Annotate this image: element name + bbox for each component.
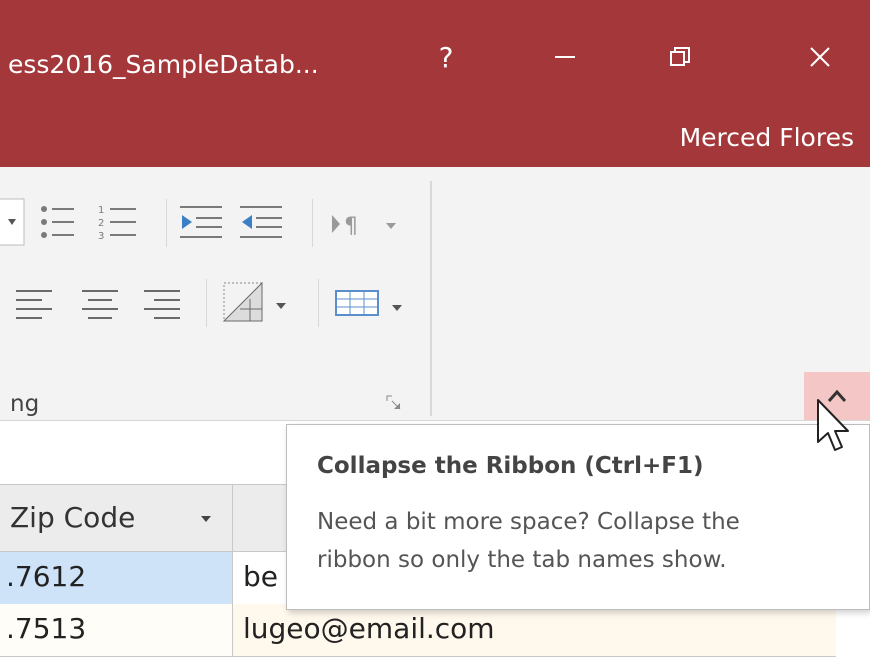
dialog-launcher-icon[interactable] (386, 395, 402, 411)
column-header-label: Zip Code (10, 501, 136, 534)
help-button[interactable]: ? (428, 40, 464, 76)
ribbon-separator (318, 279, 319, 327)
column-filter-dropdown-icon[interactable] (194, 507, 218, 531)
numbering-icon[interactable]: 1 2 3 (96, 201, 140, 243)
window-title: ess2016_SampleDatab... (8, 50, 319, 79)
account-bar: Merced Flores (0, 107, 870, 167)
tooltip-description-line: ribbon so only the tab names show. (317, 547, 727, 573)
ribbon-group-divider (430, 181, 432, 416)
gridlines-icon[interactable] (334, 285, 414, 325)
column-header-zip-code[interactable]: Zip Code (0, 485, 233, 551)
ltr-direction-icon[interactable]: ¶ (330, 207, 404, 241)
cell-email[interactable]: lugeo@email.com (233, 604, 836, 656)
cell-zip-value: .7612 (6, 560, 87, 593)
cell-email-value: lugeo@email.com (243, 612, 495, 645)
align-center-icon[interactable] (80, 285, 120, 325)
ribbon: 1 2 3 ¶ ng (0, 167, 870, 420)
collapse-ribbon-tooltip: Collapse the Ribbon (Ctrl+F1) Need a bit… (286, 424, 870, 610)
svg-text:1: 1 (98, 205, 104, 216)
ribbon-separator (166, 199, 167, 247)
close-icon (810, 47, 830, 67)
cell-zip-code[interactable]: .7513 (0, 604, 233, 656)
restore-icon (670, 47, 690, 66)
align-right-icon[interactable] (142, 285, 182, 325)
sheet-divider (0, 420, 870, 421)
cell-zip-value: .7513 (6, 612, 87, 645)
ribbon-group-label: ng (10, 391, 40, 417)
svg-text:3: 3 (98, 231, 104, 242)
mouse-pointer-icon (814, 398, 854, 456)
title-bar: ess2016_SampleDatab... ? (0, 0, 870, 107)
restore-button[interactable] (650, 30, 710, 84)
cell-zip-code[interactable]: .7612 (0, 552, 233, 604)
user-account-name[interactable]: Merced Flores (680, 123, 854, 152)
close-button[interactable] (790, 30, 850, 84)
ribbon-separator (312, 199, 313, 247)
increase-indent-icon[interactable] (178, 201, 224, 243)
minimize-button[interactable] (535, 30, 595, 84)
table-row[interactable]: .7513 lugeo@email.com (0, 604, 836, 657)
decrease-indent-icon[interactable] (238, 201, 284, 243)
alternate-row-color-icon[interactable] (220, 279, 296, 331)
tooltip-description-line: Need a bit more space? Collapse the (317, 509, 740, 535)
tooltip-title: Collapse the Ribbon (Ctrl+F1) (317, 453, 704, 479)
ribbon-separator (206, 279, 207, 327)
align-left-icon[interactable] (14, 285, 54, 325)
font-size-dropdown-edge[interactable] (0, 197, 26, 247)
cell-email-value: be (243, 560, 278, 593)
svg-text:2: 2 (98, 218, 104, 229)
minimize-icon (555, 56, 575, 58)
svg-text:¶: ¶ (344, 214, 358, 239)
bullets-icon[interactable] (38, 201, 78, 243)
